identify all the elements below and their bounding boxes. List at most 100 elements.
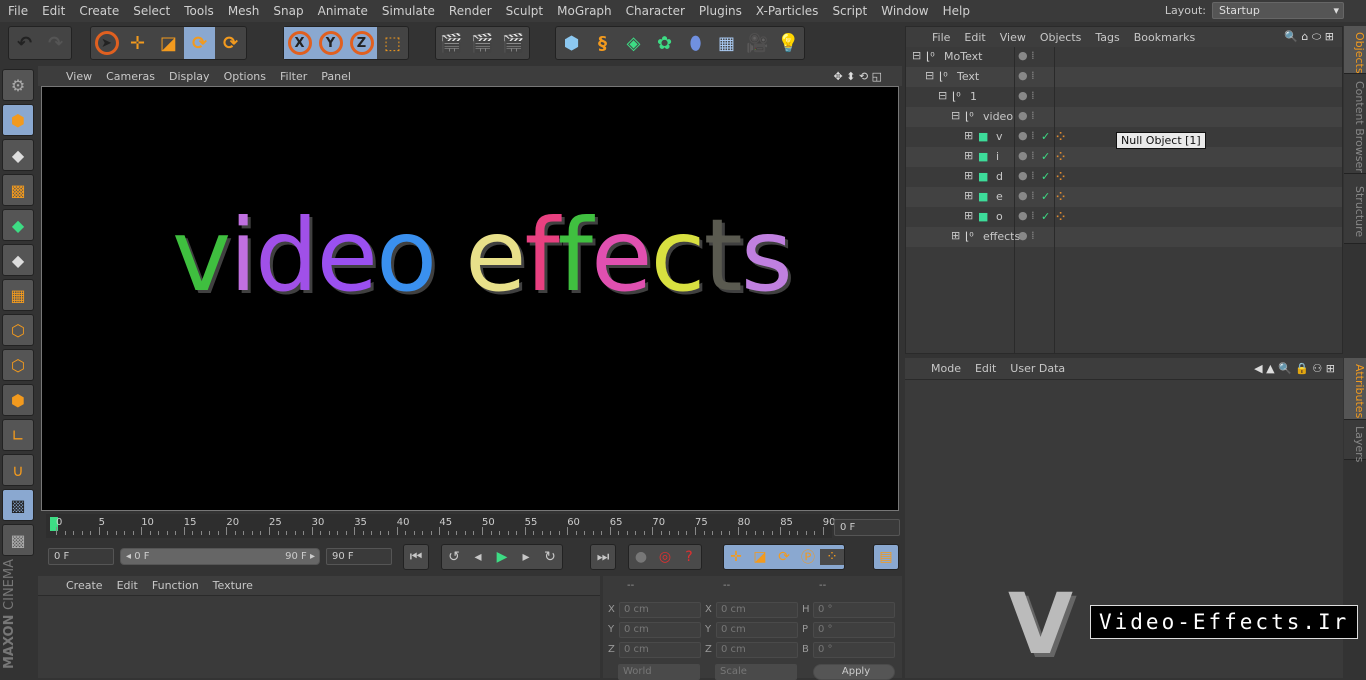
menu-sculpt[interactable]: Sculpt <box>506 4 543 18</box>
autokey-icon[interactable]: ◎ <box>653 549 677 565</box>
objects-menu-edit[interactable]: Edit <box>964 31 985 44</box>
menu-plugins[interactable]: Plugins <box>699 4 742 18</box>
expand-icon[interactable]: ⊞ <box>964 129 973 142</box>
current-frame-field[interactable]: 0 F <box>834 519 900 536</box>
coord-field-p[interactable]: 0 ° <box>813 622 895 638</box>
object-name[interactable]: e <box>996 190 1003 203</box>
enabled-check-icon[interactable]: ✓ <box>1041 170 1050 183</box>
visibility-dots[interactable]: ● ⁞ <box>1018 189 1035 202</box>
coord-field-z[interactable]: 0 cm <box>716 642 798 658</box>
object-row-MoText[interactable]: ⊟ ⌊⁰ MoText ● ⁞ <box>906 47 1342 67</box>
edge-mode-button[interactable]: ◆ <box>2 244 34 276</box>
menu-script[interactable]: Script <box>832 4 867 18</box>
side-tab-attributes[interactable]: Attributes <box>1344 358 1366 420</box>
visibility-dots[interactable]: ● ⁞ <box>1018 109 1035 122</box>
magnet-icon[interactable]: ∪ <box>2 454 34 486</box>
menu-help[interactable]: Help <box>943 4 970 18</box>
visibility-dots[interactable]: ● ⁞ <box>1018 129 1035 142</box>
menu-simulate[interactable]: Simulate <box>382 4 435 18</box>
x-axis-button[interactable]: X <box>284 27 315 59</box>
edges-button[interactable]: ⬡ <box>2 349 34 381</box>
object-row-i[interactable]: ⊞ ■ i ● ⁞ ✓ ⁘ <box>906 147 1342 167</box>
frame-range-slider[interactable]: ◂ 0 F 90 F ▸ <box>120 548 320 565</box>
object-name[interactable]: d <box>996 170 1003 183</box>
menu-character[interactable]: Character <box>626 4 685 18</box>
visibility-dots[interactable]: ● ⁞ <box>1018 209 1035 222</box>
attribute-tool-icons[interactable]: ◀ ▲ 🔍 🔒 ⚇ ⊞ <box>1254 362 1335 375</box>
point-mode-button[interactable]: ◆ <box>2 209 34 241</box>
viewport-nav-icons[interactable]: ✥ ⬍ ⟲ ◱ <box>833 70 882 83</box>
nurbs-icon[interactable]: ◈ <box>618 27 649 59</box>
record-icon[interactable]: ● <box>629 549 653 565</box>
object-name[interactable]: 1 <box>970 90 977 103</box>
recent-tool-button[interactable]: ⟳ <box>215 27 246 59</box>
side-tab-structure[interactable]: Structure <box>1344 174 1366 244</box>
attributes-menu-user-data[interactable]: User Data <box>1010 362 1065 375</box>
menu-animate[interactable]: Animate <box>318 4 368 18</box>
parameter-key-icon[interactable]: Ⓟ <box>796 547 820 567</box>
object-name[interactable]: Text <box>957 70 979 83</box>
cloner-icon[interactable]: ✿ <box>649 27 680 59</box>
floor-icon[interactable]: ▦ <box>711 27 742 59</box>
prev-frame-button[interactable]: ◂ <box>466 549 490 565</box>
menu-edit[interactable]: Edit <box>42 4 65 18</box>
model-mode-button[interactable]: ⬢ <box>2 104 34 136</box>
object-name[interactable]: o <box>996 210 1003 223</box>
material-menu-edit[interactable]: Edit <box>117 579 138 592</box>
3d-viewport[interactable]: video effects <box>41 86 899 511</box>
select-tool-button[interactable]: ➤ <box>91 27 122 59</box>
collapse-icon[interactable]: ⊟ <box>925 69 934 82</box>
render-view-button[interactable]: 🎬 <box>436 27 467 59</box>
prev-key-button[interactable]: ↺ <box>442 549 466 565</box>
visibility-dots[interactable]: ● ⁞ <box>1018 169 1035 182</box>
visibility-dots[interactable]: ● ⁞ <box>1018 69 1035 82</box>
cube-icon[interactable]: ⬢ <box>556 27 587 59</box>
material-menu-create[interactable]: Create <box>66 579 103 592</box>
menu-tools[interactable]: Tools <box>184 4 214 18</box>
attributes-menu-edit[interactable]: Edit <box>975 362 996 375</box>
z-axis-button[interactable]: Z <box>346 27 377 59</box>
scale-tool-button[interactable]: ◪ <box>153 27 184 59</box>
layout-dropdown[interactable]: Startup ▾ <box>1212 2 1344 19</box>
menu-snap[interactable]: Snap <box>273 4 303 18</box>
objects-menu-view[interactable]: View <box>1000 31 1026 44</box>
camera-icon[interactable]: 🎥 <box>742 27 773 59</box>
coord-field-x[interactable]: 0 cm <box>619 602 701 618</box>
collapse-icon[interactable]: ⊟ <box>912 49 921 62</box>
object-row-e[interactable]: ⊞ ■ e ● ⁞ ✓ ⁘ <box>906 187 1342 207</box>
menu-x-particles[interactable]: X-Particles <box>756 4 819 18</box>
expand-icon[interactable]: ⊞ <box>964 189 973 202</box>
object-name[interactable]: video <box>983 110 1013 123</box>
goto-end-button[interactable]: ⏭ <box>590 544 616 570</box>
object-row-effects[interactable]: ⊞ ⌊⁰ effects ● ⁞ <box>906 227 1342 247</box>
objects-menu-file[interactable]: File <box>932 31 950 44</box>
render-settings-button[interactable]: 🎬 <box>498 27 529 59</box>
menu-render[interactable]: Render <box>449 4 492 18</box>
expand-icon[interactable]: ⊞ <box>964 209 973 222</box>
start-frame-field[interactable]: 0 F <box>48 548 114 565</box>
material-tag-icon[interactable]: ⁘ <box>1056 190 1065 203</box>
coord-field-y[interactable]: 0 cm <box>619 622 701 638</box>
enabled-check-icon[interactable]: ✓ <box>1041 210 1050 223</box>
next-key-button[interactable]: ↻ <box>538 549 562 565</box>
visibility-dots[interactable]: ● ⁞ <box>1018 49 1035 62</box>
light-icon[interactable]: 💡 <box>773 27 804 59</box>
objects-menu-tags[interactable]: Tags <box>1095 31 1119 44</box>
material-menu-texture[interactable]: Texture <box>213 579 253 592</box>
objects-menu-objects[interactable]: Objects <box>1040 31 1082 44</box>
next-frame-button[interactable]: ▸ <box>514 549 538 565</box>
y-axis-button[interactable]: Y <box>315 27 346 59</box>
object-name[interactable]: MoText <box>944 50 982 63</box>
coord-field-y[interactable]: 0 cm <box>716 622 798 638</box>
workplane-button[interactable]: ▩ <box>2 174 34 206</box>
expand-icon[interactable]: ⊞ <box>951 229 960 242</box>
render-picture-viewer-button[interactable]: 🎬 <box>467 27 498 59</box>
attributes-menu-mode[interactable]: Mode <box>931 362 961 375</box>
object-manager-tool-icons[interactable]: 🔍 ⌂ ⬭ ⊞ <box>1284 30 1334 44</box>
object-row-Text[interactable]: ⊟ ⌊⁰ Text ● ⁞ <box>906 67 1342 87</box>
menu-mesh[interactable]: Mesh <box>228 4 260 18</box>
keyframe-selection-icon[interactable]: ? <box>677 549 701 565</box>
coord-field-b[interactable]: 0 ° <box>813 642 895 658</box>
visibility-dots[interactable]: ● ⁞ <box>1018 229 1035 242</box>
expand-icon[interactable]: ⊞ <box>964 149 973 162</box>
